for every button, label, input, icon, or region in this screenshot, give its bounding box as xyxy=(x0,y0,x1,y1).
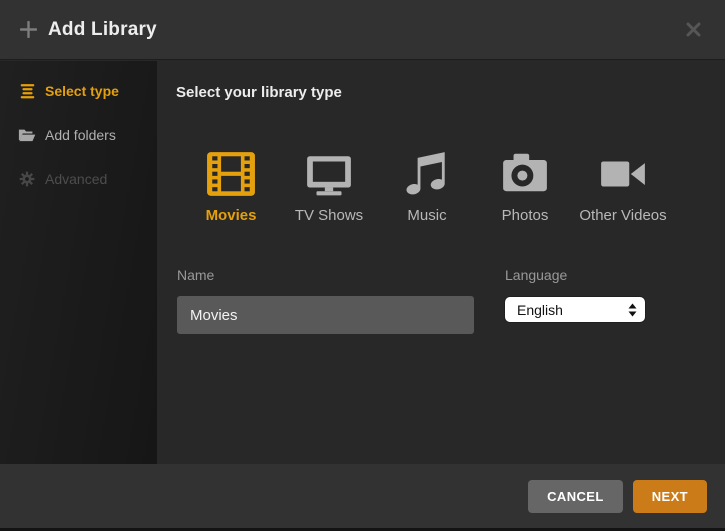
library-type-tv-shows[interactable]: TV Shows xyxy=(280,149,378,224)
plus-icon xyxy=(20,21,37,38)
library-type-other-videos[interactable]: Other Videos xyxy=(574,149,672,224)
library-type-label: Other Videos xyxy=(579,207,666,224)
dialog-header: Add Library xyxy=(0,0,725,60)
language-field-label: Language xyxy=(505,267,567,283)
select-stepper-arrows-icon xyxy=(628,303,637,317)
language-select-value: English xyxy=(517,302,628,318)
tv-icon xyxy=(304,149,354,201)
library-type-row: Movies TV Shows xyxy=(182,149,672,224)
folder-icon xyxy=(18,128,36,143)
dialog-footer: CANCEL NEXT xyxy=(0,464,725,528)
dialog-title: Add Library xyxy=(48,19,157,41)
library-type-photos[interactable]: Photos xyxy=(476,149,574,224)
main-panel: Select your library type Movies xyxy=(157,61,725,464)
close-icon[interactable] xyxy=(682,18,705,41)
section-heading: Select your library type xyxy=(176,84,342,101)
language-select[interactable]: English xyxy=(505,297,645,322)
next-button[interactable]: NEXT xyxy=(633,480,707,513)
library-type-label: Music xyxy=(407,207,446,224)
sidebar-item-label: Add folders xyxy=(45,127,116,143)
gear-icon xyxy=(18,171,36,187)
sidebar: Select type Add folders xyxy=(0,61,157,464)
library-type-movies[interactable]: Movies xyxy=(182,149,280,224)
sidebar-item-label: Select type xyxy=(45,83,119,99)
library-type-label: Photos xyxy=(502,207,549,224)
name-input[interactable] xyxy=(177,296,474,334)
list-lines-icon xyxy=(18,82,36,99)
sidebar-item-select-type[interactable]: Select type xyxy=(0,71,157,110)
name-field-label: Name xyxy=(177,267,214,283)
sidebar-item-advanced: Advanced xyxy=(0,160,157,198)
library-type-label: Movies xyxy=(206,207,257,224)
film-strip-icon xyxy=(206,149,256,201)
sidebar-item-label: Advanced xyxy=(45,171,107,187)
video-camera-icon xyxy=(598,149,648,201)
music-note-icon xyxy=(402,149,452,201)
library-type-label: TV Shows xyxy=(295,207,363,224)
add-library-dialog: Add Library Select type xyxy=(0,0,725,531)
cancel-button[interactable]: CANCEL xyxy=(528,480,623,513)
sidebar-item-add-folders[interactable]: Add folders xyxy=(0,116,157,154)
camera-icon xyxy=(500,149,550,201)
library-type-music[interactable]: Music xyxy=(378,149,476,224)
